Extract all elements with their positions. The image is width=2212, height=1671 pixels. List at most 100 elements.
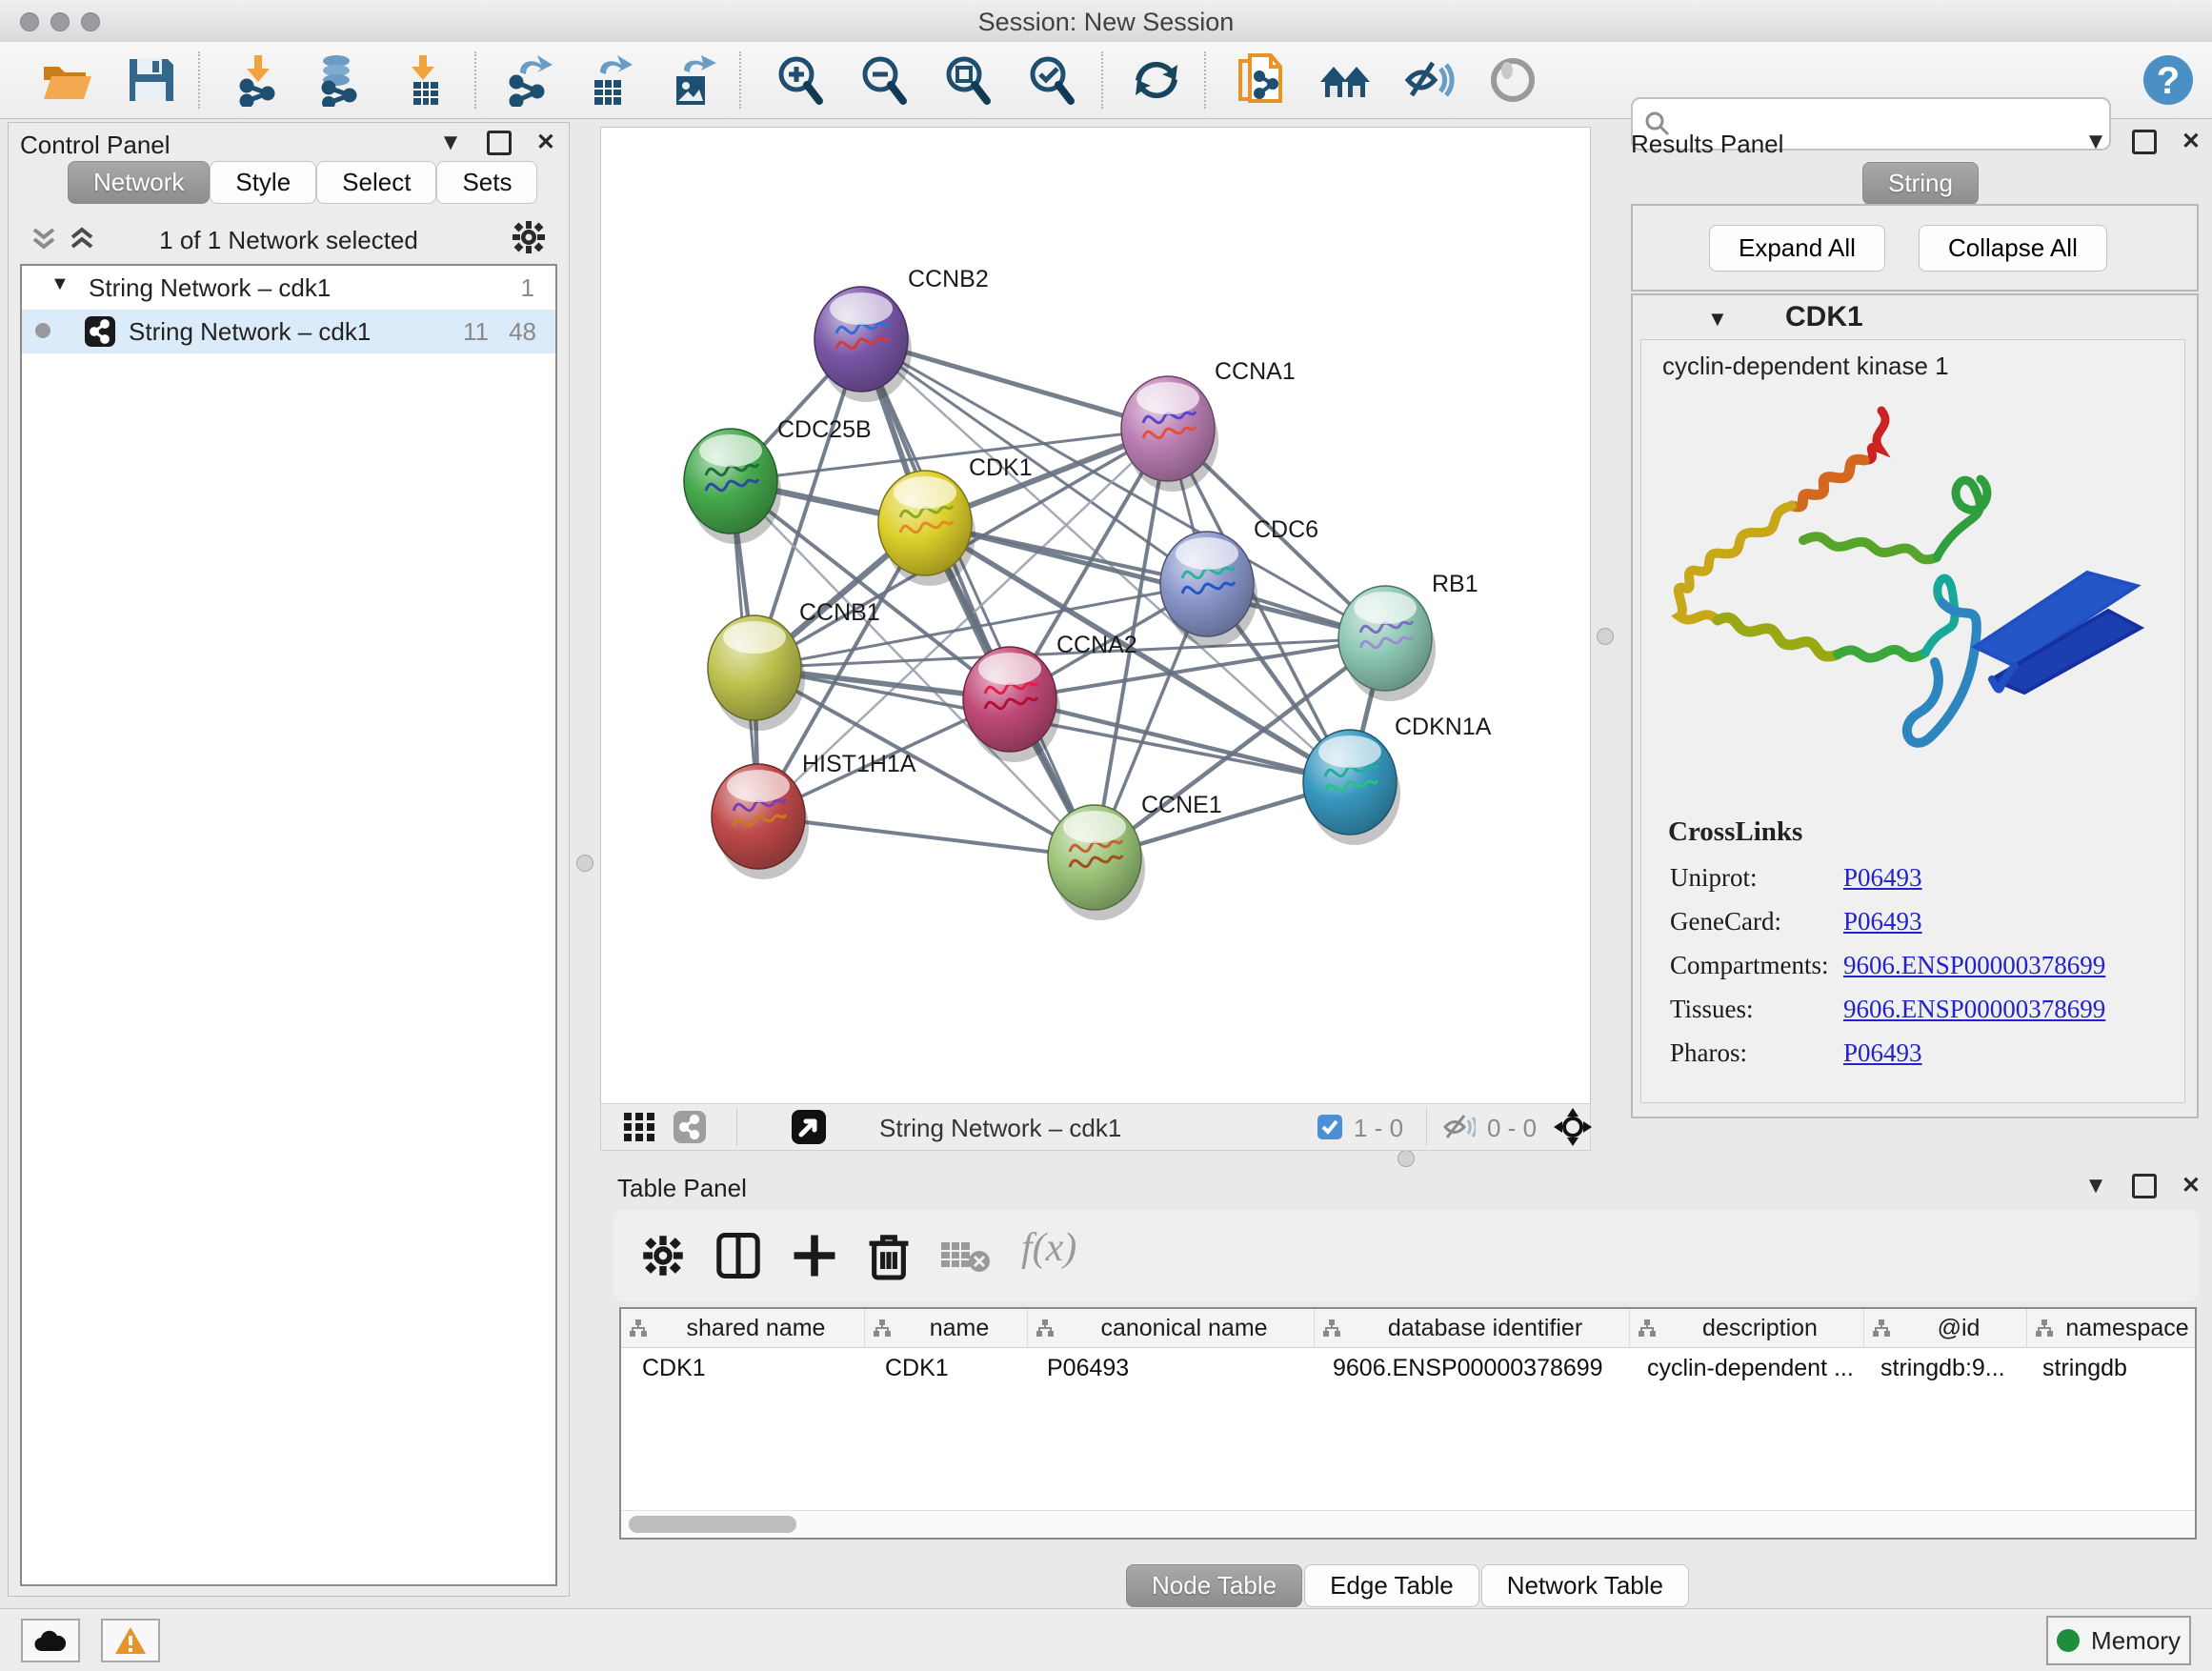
node-CCNA1[interactable]: CCNA1 xyxy=(1121,358,1296,492)
zoom-selected-button[interactable] xyxy=(1025,53,1078,107)
zoom-fit-button[interactable] xyxy=(941,53,995,107)
table-cell[interactable]: stringdb xyxy=(2021,1348,2195,1388)
tab-string-results[interactable]: String xyxy=(1862,162,1979,205)
node-HIST1H1A[interactable]: HIST1H1A xyxy=(712,751,916,879)
table-options-gear-icon[interactable] xyxy=(642,1235,684,1277)
node-CDC25B[interactable]: CDC25B xyxy=(684,416,872,544)
memory-button[interactable]: Memory xyxy=(2046,1616,2191,1665)
zoom-in-button[interactable] xyxy=(774,53,827,107)
left-splitter-handle[interactable] xyxy=(576,855,593,872)
function-builder-icon[interactable]: f(x) xyxy=(1021,1225,1076,1271)
column-header-name[interactable]: name xyxy=(865,1309,1028,1347)
node-CCNE1[interactable]: CCNE1 xyxy=(1048,792,1222,920)
table-cell[interactable]: cyclin-dependent ... xyxy=(1626,1348,1860,1388)
network-row-selected[interactable]: String Network – cdk1 11 48 xyxy=(22,310,555,353)
table-row[interactable]: CDK1CDK1P064939606.ENSP00000378699cyclin… xyxy=(621,1348,2195,1388)
column-header-databaseidentifier[interactable]: database identifier xyxy=(1315,1309,1630,1347)
collapse-all-button[interactable]: Collapse All xyxy=(1919,225,2107,272)
node-CCNB2[interactable]: CCNB2 xyxy=(814,266,989,402)
right-splitter-handle[interactable] xyxy=(1597,628,1614,645)
column-header-sharedname[interactable]: shared name xyxy=(621,1309,865,1347)
tab-network-table[interactable]: Network Table xyxy=(1481,1564,1689,1607)
help-button[interactable]: ? xyxy=(2142,53,2195,107)
network-share-icon[interactable] xyxy=(674,1111,706,1143)
import-network-button[interactable] xyxy=(231,53,285,107)
network-collection-row[interactable]: ▼ String Network – cdk1 1 xyxy=(22,266,555,310)
import-network-from-database-button[interactable] xyxy=(312,53,365,107)
table-horizontal-scrollbar[interactable] xyxy=(621,1510,2195,1538)
share-document-button[interactable] xyxy=(1235,53,1288,107)
table-panel-collapse-icon[interactable]: ▼ xyxy=(2084,1175,2107,1198)
export-image-button[interactable] xyxy=(665,53,718,107)
tab-select[interactable]: Select xyxy=(316,161,436,204)
control-panel-float-icon[interactable] xyxy=(487,131,512,155)
tab-sets[interactable]: Sets xyxy=(436,161,537,204)
network-selection-status: 1 of 1 Network selected xyxy=(9,226,569,255)
tab-edge-table[interactable]: Edge Table xyxy=(1304,1564,1479,1607)
results-panel-collapse-icon[interactable]: ▼ xyxy=(2084,131,2107,153)
gene-inner-panel: cyclin-dependent kinase 1 xyxy=(1640,339,2185,1103)
column-header-namespace[interactable]: namespace xyxy=(2027,1309,2197,1347)
hide-glasses-button[interactable] xyxy=(1402,53,1456,107)
import-table-button[interactable] xyxy=(398,53,452,107)
cloud-status-button[interactable] xyxy=(21,1619,80,1662)
hidden-items-icon[interactable] xyxy=(1441,1113,1476,1141)
node-table[interactable]: shared namenamecanonical namedatabase id… xyxy=(619,1307,2197,1540)
control-panel: Control Panel ▼ ✕ NetworkStyleSelectSets… xyxy=(8,122,570,1597)
tab-network[interactable]: Network xyxy=(68,161,210,204)
table-cell[interactable]: CDK1 xyxy=(864,1348,1026,1388)
tab-style[interactable]: Style xyxy=(210,161,316,204)
edge-HIST1H1A-CCNE1[interactable] xyxy=(758,816,1095,857)
memory-ok-dot-icon xyxy=(2057,1629,2080,1652)
table-cell[interactable]: CDK1 xyxy=(621,1348,864,1388)
fit-content-crosshair-icon[interactable] xyxy=(1554,1108,1592,1146)
node-CCNB1[interactable]: CCNB1 xyxy=(708,599,880,731)
delete-column-trash-icon[interactable] xyxy=(867,1231,911,1280)
add-column-icon[interactable] xyxy=(793,1233,836,1278)
scrollbar-thumb[interactable] xyxy=(629,1516,796,1533)
control-panel-close-icon[interactable]: ✕ xyxy=(536,131,555,154)
node-RB1[interactable]: RB1 xyxy=(1338,571,1478,701)
table-cell[interactable]: 9606.ENSP00000378699 xyxy=(1312,1348,1626,1388)
crosslink-link[interactable]: P06493 xyxy=(1843,907,1922,936)
tab-node-table[interactable]: Node Table xyxy=(1126,1564,1302,1607)
refresh-button[interactable] xyxy=(1130,53,1183,107)
edge-CCNB2-CCNE1[interactable] xyxy=(861,339,1095,857)
results-panel-float-icon[interactable] xyxy=(2132,130,2157,154)
table-cell[interactable]: P06493 xyxy=(1026,1348,1312,1388)
grid-view-icon[interactable] xyxy=(624,1113,656,1141)
network-options-gear-icon[interactable] xyxy=(512,220,546,254)
export-network-button[interactable] xyxy=(503,53,556,107)
table-panel-close-icon[interactable]: ✕ xyxy=(2182,1175,2201,1198)
table-cell[interactable]: stringdb:9... xyxy=(1860,1348,2021,1388)
delete-table-icon[interactable] xyxy=(941,1238,991,1273)
expand-all-button[interactable]: Expand All xyxy=(1709,225,1885,272)
crosslink-row: Compartments:9606.ENSP00000378699 xyxy=(1641,951,2184,995)
node-CDKN1A[interactable]: CDKN1A xyxy=(1303,714,1492,845)
crosslink-link[interactable]: P06493 xyxy=(1843,1038,1922,1068)
crosslink-link[interactable]: 9606.ENSP00000378699 xyxy=(1843,995,2105,1024)
zoom-out-button[interactable] xyxy=(857,53,911,107)
network-canvas[interactable]: CCNB2CCNA1CDC25BCDK1CDC6RB1CCNB1CCNA2CDK… xyxy=(600,127,1591,1105)
column-header-canonicalname[interactable]: canonical name xyxy=(1028,1309,1315,1347)
gene-expand-arrow-icon[interactable]: ▼ xyxy=(1707,307,1728,332)
birds-eye-view-icon[interactable] xyxy=(792,1110,826,1144)
column-header-id[interactable]: @id xyxy=(1864,1309,2027,1347)
crosslink-link[interactable]: 9606.ENSP00000378699 xyxy=(1843,951,2105,980)
sphere-button[interactable] xyxy=(1486,53,1539,107)
results-panel-close-icon[interactable]: ✕ xyxy=(2182,131,2201,153)
collection-expand-arrow-icon[interactable]: ▼ xyxy=(50,273,70,295)
homes-button[interactable] xyxy=(1318,53,1372,107)
crosslink-link[interactable]: P06493 xyxy=(1843,863,1922,893)
control-panel-collapse-icon[interactable]: ▼ xyxy=(439,131,462,154)
node-CDC6[interactable]: CDC6 xyxy=(1160,516,1318,647)
open-session-button[interactable] xyxy=(40,53,93,107)
export-table-button[interactable] xyxy=(583,53,636,107)
column-header-description[interactable]: description xyxy=(1630,1309,1864,1347)
save-session-button[interactable] xyxy=(124,53,177,107)
show-columns-icon[interactable] xyxy=(716,1233,760,1278)
string-network-graph[interactable]: CCNB2CCNA1CDC25BCDK1CDC6RB1CCNB1CCNA2CDK… xyxy=(601,128,1590,1104)
table-panel-float-icon[interactable] xyxy=(2132,1174,2157,1198)
selected-checkbox-icon[interactable] xyxy=(1317,1115,1342,1139)
warning-status-button[interactable] xyxy=(101,1619,160,1662)
